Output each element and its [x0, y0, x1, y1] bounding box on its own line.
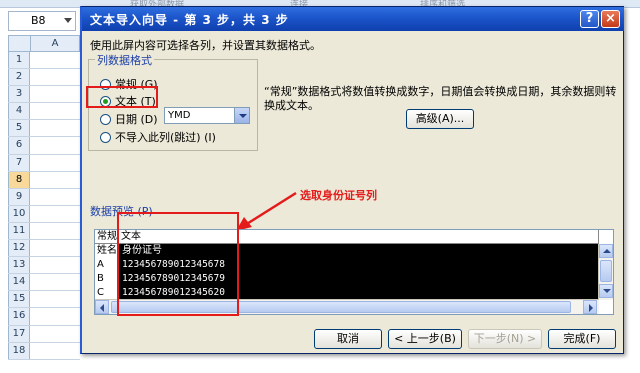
row-number[interactable]: 11	[8, 222, 30, 240]
text-import-wizard-dialog: 文本导入向导 - 第 3 步，共 3 步 ? × 使用此屏内容可选择各列，并设置…	[80, 6, 624, 354]
select-all-corner[interactable]	[9, 36, 31, 51]
worksheet-cell[interactable]	[30, 308, 80, 325]
worksheet-row: 12	[8, 240, 80, 258]
dialog-title-bar: 文本导入向导 - 第 3 步，共 3 步 ? ×	[82, 7, 624, 31]
row-number[interactable]: 6	[8, 137, 30, 154]
worksheet-cell[interactable]	[30, 69, 80, 86]
dialog-title: 文本导入向导 - 第 3 步，共 3 步	[90, 13, 289, 27]
radio-button[interactable]	[100, 131, 111, 143]
preview-cell: B	[97, 273, 104, 284]
radio-date[interactable]: 日期 (D)	[100, 111, 158, 127]
row-number[interactable]: 14	[8, 274, 30, 291]
worksheet-cell[interactable]	[30, 325, 80, 342]
name-box[interactable]: B8	[8, 11, 76, 31]
row-number[interactable]: 17	[8, 325, 30, 342]
chevron-down-icon[interactable]	[64, 18, 72, 23]
worksheet-row: 8	[8, 171, 80, 189]
worksheet-cell[interactable]	[30, 103, 80, 120]
worksheet-row: 13	[8, 257, 80, 275]
help-button[interactable]: ?	[580, 10, 599, 28]
row-number[interactable]: 4	[8, 103, 30, 120]
worksheet-cell[interactable]	[30, 171, 80, 188]
scroll-thumb[interactable]	[600, 260, 612, 282]
worksheet-row: 17	[8, 325, 80, 343]
worksheet-row: 9	[8, 188, 80, 206]
chevron-down-icon[interactable]	[234, 108, 249, 123]
date-format-select[interactable]: YMD	[164, 107, 250, 124]
back-button[interactable]: < 上一步(B)	[388, 329, 462, 349]
row-number[interactable]: 7	[8, 154, 30, 171]
column-header-row: A	[8, 35, 80, 52]
worksheet-row: 6	[8, 137, 80, 155]
worksheet-cell[interactable]	[30, 86, 80, 103]
row-number[interactable]: 9	[8, 188, 30, 205]
worksheet-row: 18	[8, 342, 80, 360]
radio-label: 日期 (D)	[115, 113, 158, 126]
radio-label: 不导入此列(跳过) (I)	[115, 131, 216, 144]
annotation-label: 选取身份证号列	[300, 189, 377, 202]
radio-button[interactable]	[100, 113, 111, 125]
preview-cell: A	[97, 259, 104, 270]
worksheet-cell[interactable]	[30, 154, 80, 171]
worksheet-row: 15	[8, 291, 80, 309]
row-number[interactable]: 12	[8, 240, 30, 257]
row-headers: 1 2 3 4 5 6 7 8 9 10 11 12 13 14 15 16 17 18	[8, 52, 80, 360]
preview-vertical-scrollbar[interactable]	[598, 244, 613, 300]
radio-skip-column[interactable]: 不导入此列(跳过) (I)	[100, 129, 216, 145]
annotation-arrow-icon	[236, 191, 297, 231]
worksheet-row: 11	[8, 222, 80, 241]
row-number[interactable]: 8	[8, 171, 30, 188]
annotation-box-text-radio	[86, 86, 158, 108]
cancel-button[interactable]: 取消	[314, 329, 382, 349]
column-format-legend: 列数据格式	[95, 52, 154, 68]
row-number[interactable]: 3	[8, 86, 30, 103]
worksheet-row: 7	[8, 154, 80, 172]
row-number[interactable]: 5	[8, 120, 30, 137]
worksheet-row: 5	[8, 120, 80, 138]
annotation-box-id-column	[117, 212, 239, 316]
scroll-down-button[interactable]	[599, 284, 613, 298]
row-number[interactable]: 2	[8, 69, 30, 86]
advanced-button[interactable]: 高级(A)...	[406, 109, 474, 129]
name-box-value: B8	[31, 14, 46, 27]
row-number[interactable]: 10	[8, 205, 30, 222]
worksheet-row: 1	[8, 52, 80, 70]
column-header-a[interactable]: A	[31, 36, 79, 51]
finish-button[interactable]: 完成(F)	[548, 329, 616, 349]
scroll-up-button[interactable]	[599, 244, 613, 258]
worksheet-cell[interactable]	[30, 205, 80, 222]
worksheet-row: 10	[8, 205, 80, 223]
row-number[interactable]: 16	[8, 308, 30, 325]
worksheet-cell[interactable]	[30, 291, 80, 308]
next-button[interactable]: 下一步(N) >	[468, 329, 542, 349]
scroll-right-button[interactable]	[583, 300, 597, 314]
preview-cell: 姓名	[97, 245, 117, 256]
worksheet-cell[interactable]	[30, 120, 80, 137]
scroll-left-button[interactable]	[95, 300, 109, 314]
row-number[interactable]: 13	[8, 257, 30, 274]
worksheet-cell[interactable]	[30, 52, 80, 69]
row-number[interactable]: 15	[8, 291, 30, 308]
worksheet-row: 2	[8, 69, 80, 87]
worksheet-cell[interactable]	[30, 240, 80, 257]
worksheet-cell[interactable]	[30, 188, 80, 205]
worksheet-row: 14	[8, 274, 80, 292]
worksheet-row: 16	[8, 308, 80, 326]
worksheet-cell[interactable]	[30, 137, 80, 154]
row-number[interactable]: 18	[8, 342, 30, 359]
worksheet-cell[interactable]	[30, 222, 80, 240]
worksheet-cell[interactable]	[30, 342, 80, 359]
close-button[interactable]: ×	[601, 10, 620, 28]
worksheet-row: 4	[8, 103, 80, 121]
date-format-value: YMD	[168, 110, 191, 121]
preview-cell: C	[97, 287, 104, 298]
worksheet-cell[interactable]	[30, 274, 80, 291]
worksheet-cell[interactable]	[30, 257, 80, 274]
preview-column-format-general[interactable]: 常规	[95, 230, 119, 243]
worksheet-row: 3	[8, 86, 80, 104]
row-number[interactable]: 1	[8, 52, 30, 69]
instruction-text: 使用此屏内容可选择各列，并设置其数据格式。	[90, 39, 321, 52]
